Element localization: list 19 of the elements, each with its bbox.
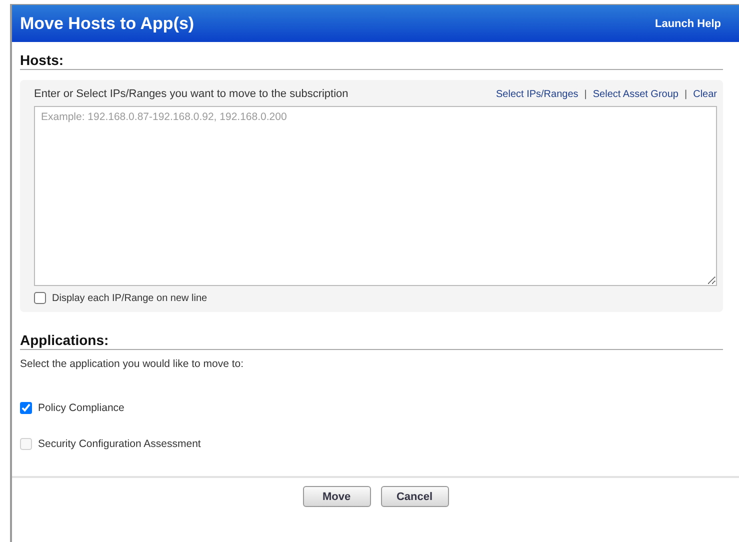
move-button[interactable]: Move [302,486,370,507]
separator: | [684,88,688,100]
checkbox-label: Policy Compliance [38,402,124,414]
action-link[interactable]: Select IPs/Ranges [496,88,578,100]
separator: | [584,88,587,100]
hosts-input-field[interactable]: Example: 192.168.0.87-192.168.0.92, 192.168.0.200 [34,106,717,286]
checkbox[interactable] [34,292,46,304]
checkbox-label: Display each IP/Range on new line [52,292,208,304]
window-title: Move Hosts to App(s) [20,14,194,34]
applications-prompt: Select the application you would like to move to: [20,358,245,370]
help-link[interactable]: Launch Help [654,18,721,30]
action-link[interactable]: Clear [693,88,717,100]
hosts-prompt: Enter or Select IPs/Ranges you want to move to the subscription [34,88,348,100]
section-heading: Hosts: [20,52,723,70]
checkbox-label: Security Configuration Assessment [38,438,201,450]
action-link[interactable]: Select Asset Group [592,88,678,100]
section-heading: Applications: [20,332,723,350]
cancel-button[interactable]: Cancel [380,486,448,507]
checkbox[interactable] [20,402,32,414]
